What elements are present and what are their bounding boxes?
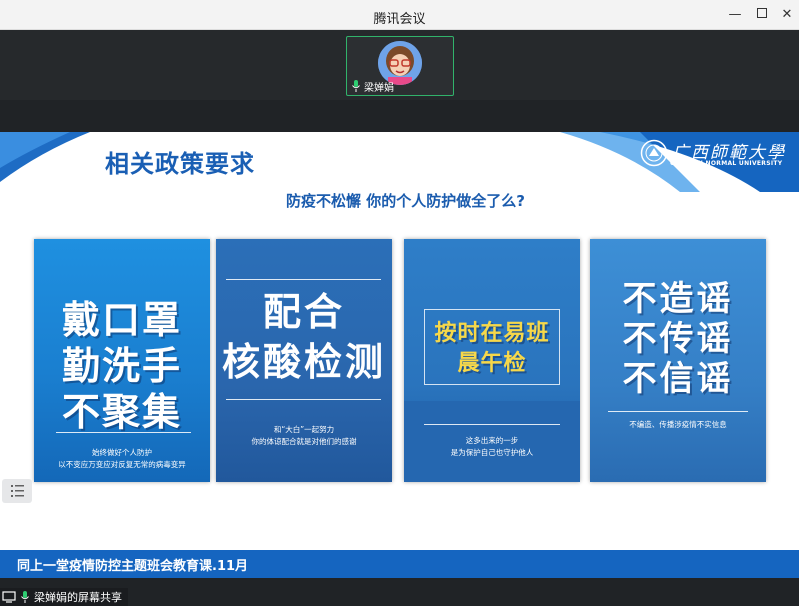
divider	[226, 279, 381, 280]
poster-caption: 你的体谅配合就是对他们的感谢	[251, 437, 357, 446]
poster-daily-check: 按时在易班 晨午检 这多出来的一步 是为保护自己也守护他人	[404, 239, 580, 482]
screen-share-label: 梁婵娟的屏幕共享	[34, 591, 122, 604]
divider	[608, 411, 748, 412]
poster-line: 按时在易班	[434, 321, 550, 346]
divider	[56, 432, 191, 433]
microphone-icon	[21, 591, 29, 603]
minimize-icon[interactable]: —	[726, 6, 744, 24]
slide-title: 相关政策要求	[105, 150, 255, 178]
poster-caption: 这多出来的一步	[465, 436, 519, 445]
divider	[424, 424, 560, 425]
participant-tile[interactable]: 梁婵娟	[346, 36, 454, 96]
window-title: 腾讯会议	[373, 12, 426, 27]
screen-share-icon	[2, 591, 16, 603]
divider	[0, 100, 799, 132]
participant-label: 梁婵娟	[351, 79, 394, 94]
title-bar: 腾讯会议 — ✕	[0, 0, 799, 30]
microphone-icon	[352, 80, 360, 92]
close-icon[interactable]: ✕	[778, 6, 796, 24]
slide-footer-text: 同上一堂疫情防控主题班会教育课.11月	[17, 559, 249, 574]
poster-line: 配合	[262, 290, 345, 334]
university-logo: 广西師範大學 GUANGXI NORMAL UNIVERSITY	[638, 136, 788, 170]
poster-line: 不信谣	[622, 359, 734, 399]
poster-line: 戴口罩	[61, 298, 182, 342]
poster-line: 不造谣	[622, 279, 734, 319]
screen-share-indicator[interactable]: 梁婵娟的屏幕共享	[0, 588, 128, 606]
poster-mask-wash-hands: 戴口罩 勤洗手 不聚集 始终做好个人防护 以不变应万变应对反复无常的病毒变异	[34, 239, 210, 482]
slide-subtitle: 防疫不松懈 你的个人防护做全了么?	[286, 192, 525, 210]
poster-caption: 是为保护自己也守护他人	[450, 448, 534, 457]
poster-line: 不传谣	[622, 319, 734, 359]
poster-line: 不聚集	[61, 390, 182, 434]
poster-line: 晨午检	[457, 351, 527, 376]
list-icon	[11, 485, 24, 497]
poster-nucleic-test: 配合 核酸检测 和“大白”一起努力 你的体谅配合就是对他们的感谢	[216, 239, 392, 482]
list-button[interactable]	[2, 479, 32, 503]
poster-line: 勤洗手	[61, 344, 182, 388]
university-emblem-icon	[640, 139, 668, 167]
poster-caption: 始终做好个人防护	[92, 448, 152, 457]
participant-strip: 梁婵娟	[0, 30, 799, 100]
maximize-icon[interactable]	[753, 6, 771, 24]
logo-english: GUANGXI NORMAL UNIVERSITY	[670, 160, 783, 167]
participant-name: 梁婵娟	[364, 82, 394, 94]
divider	[226, 399, 381, 400]
poster-caption: 不编造、传播涉疫情不实信息	[629, 420, 727, 429]
poster-no-rumors: 不造谣 不传谣 不信谣 不编造、传播涉疫情不实信息	[590, 239, 766, 482]
poster-caption: 和“大白”一起努力	[273, 425, 335, 434]
slide-footer-bar: 同上一堂疫情防控主题班会教育课.11月	[0, 550, 799, 578]
shared-screen: 相关政策要求 广西師範大學 GUANGXI NORMAL UNIVERSITY …	[0, 132, 799, 578]
status-bar: 梁婵娟的屏幕共享	[0, 578, 799, 606]
poster-caption: 以不变应万变应对反复无常的病毒变异	[58, 460, 186, 469]
poster-line: 核酸检测	[221, 340, 386, 384]
